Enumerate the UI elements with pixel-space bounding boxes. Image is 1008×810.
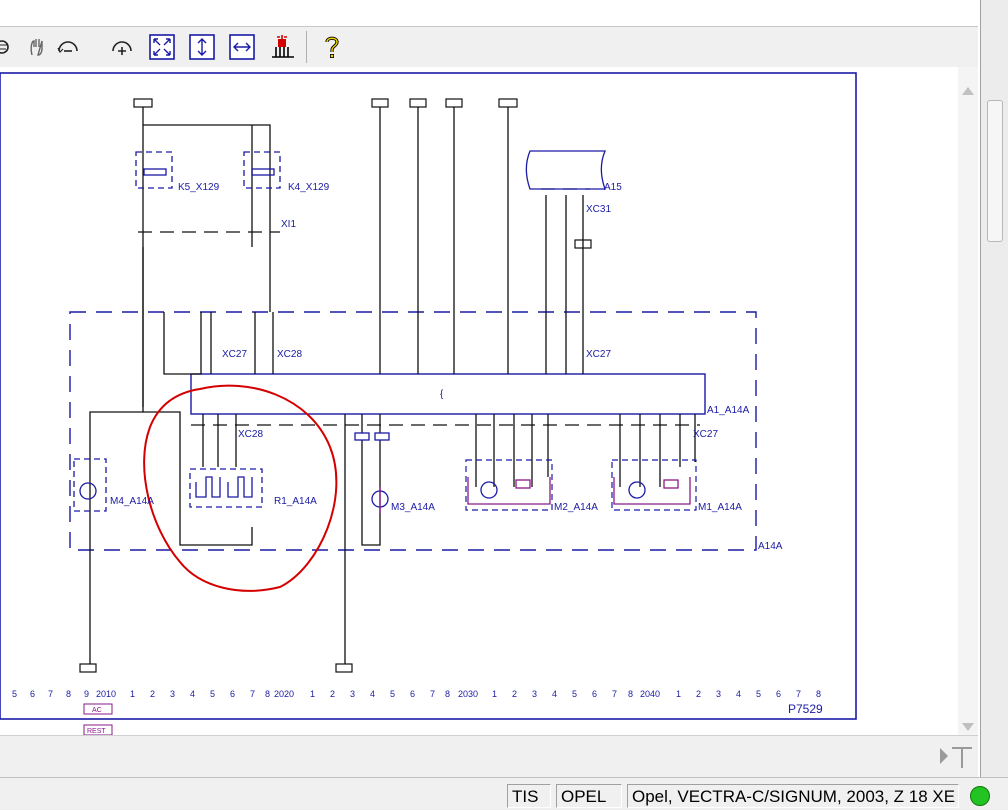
ruler-label-2040: 2040 [640,689,660,699]
label-m1: M1_A14A [698,502,742,513]
svg-text:6: 6 [230,689,235,699]
label-xi1: XI1 [281,219,296,230]
highlight-signal-icon[interactable] [268,33,296,61]
tag-ac: AC [92,707,102,714]
page-id: P7529 [788,702,823,716]
svg-text:5: 5 [390,689,395,699]
svg-text:5: 5 [210,689,215,699]
zoom-out-icon[interactable] [54,33,82,61]
svg-text:6: 6 [30,689,35,699]
status-tis: TIS [507,784,551,808]
fit-all-icon[interactable] [148,33,176,61]
svg-text:8: 8 [66,689,71,699]
label-xc27-left: XC27 [222,349,247,360]
svg-text:2: 2 [696,689,701,699]
label-a14a: A14A [758,541,783,552]
status-vehicle: Opel, VECTRA-C/SIGNUM, 2003, Z 18 XE [627,784,959,808]
svg-text:4: 4 [190,689,195,699]
svg-text:5: 5 [12,689,17,699]
zoom-in-icon[interactable] [108,33,136,61]
svg-text:7: 7 [250,689,255,699]
label-xc31: XC31 [586,204,611,215]
status-bar: TIS OPEL Opel, VECTRA-C/SIGNUM, 2003, Z … [0,777,1008,810]
svg-text:6: 6 [592,689,597,699]
fit-width-icon[interactable] [228,33,256,61]
zoom-window-icon[interactable] [0,33,20,61]
svg-text:1: 1 [310,689,315,699]
label-a1: A1_A14A [707,405,750,416]
svg-text:1: 1 [492,689,497,699]
svg-text:4: 4 [736,689,741,699]
label-m2: M2_A14A [554,502,598,513]
diagram-viewport[interactable]: {5 6 7 8 9 2010 1 2 3 4 5 6 7 8 2020 1 … [0,67,978,735]
connection-status-icon [970,786,990,806]
panel-scroll-thumb[interactable] [987,100,1003,242]
label-a15: A15 [604,182,622,193]
svg-text:7: 7 [612,689,617,699]
ruler-label-2010: 2010 [96,689,116,699]
svg-text:6: 6 [776,689,781,699]
right-side-panel[interactable] [980,0,1008,777]
status-brand: OPEL [556,784,622,808]
svg-text:3: 3 [716,689,721,699]
svg-text:9: 9 [84,689,89,699]
svg-text:3: 3 [350,689,355,699]
svg-text:1: 1 [676,689,681,699]
svg-text:6: 6 [410,689,415,699]
scroll-down-icon [962,723,974,731]
svg-text:4: 4 [370,689,375,699]
svg-text:2: 2 [512,689,517,699]
label-xc27-right: XC27 [586,349,611,360]
vertical-scrollbar[interactable] [958,67,978,735]
svg-text:8: 8 [628,689,633,699]
svg-text:2: 2 [330,689,335,699]
svg-text:8: 8 [445,689,450,699]
fit-height-icon[interactable] [188,33,216,61]
label-k4: K4_X129 [288,182,330,193]
ruler-label-2030: 2030 [458,689,478,699]
ruler-label-2020: 2020 [274,689,294,699]
svg-text:8: 8 [265,689,270,699]
help-icon[interactable] [318,33,346,61]
svg-text:7: 7 [48,689,53,699]
label-m3: M3_A14A [391,502,435,513]
horizontal-scroll-area[interactable] [0,735,978,778]
svg-text:1: 1 [130,689,135,699]
tag-rest: REST [87,728,106,735]
svg-text:7: 7 [430,689,435,699]
pan-icon[interactable] [24,33,52,61]
svg-text:4: 4 [552,689,557,699]
svg-text:3: 3 [532,689,537,699]
wiring-diagram[interactable]: {5 6 7 8 9 2010 1 2 3 4 5 6 7 8 2020 1 … [0,67,960,735]
svg-text:5: 5 [572,689,577,699]
toolbar [0,26,978,68]
label-r1: R1_A14A [274,496,317,507]
scroll-right-icon [940,748,948,764]
label-k5: K5_X129 [178,182,220,193]
label-xc28-low: XC28 [238,429,263,440]
label-xc27-low: XC27 [693,429,718,440]
label-xc28-top: XC28 [277,349,302,360]
svg-text:3: 3 [170,689,175,699]
label-m4: M4_A14A [110,496,154,507]
window-titlebar [0,0,980,26]
svg-text:7: 7 [796,689,801,699]
svg-text:8: 8 [816,689,821,699]
svg-text:5: 5 [756,689,761,699]
svg-text:2: 2 [150,689,155,699]
scroll-up-icon [962,87,974,95]
